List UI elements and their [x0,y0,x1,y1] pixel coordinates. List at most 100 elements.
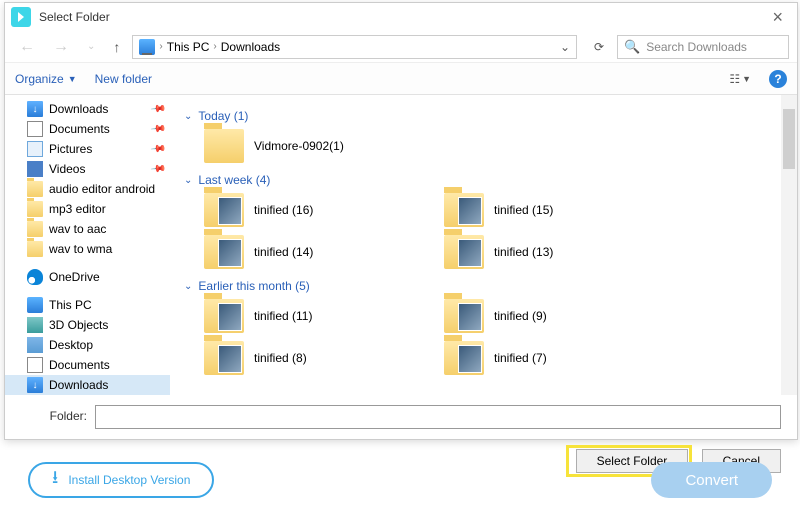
group-header[interactable]: ⌄ Earlier this month (5) [184,279,767,293]
folder-item-tinified-14-[interactable]: tinified (14) [204,235,394,269]
folder-name: tinified (9) [494,309,547,323]
view-options-button[interactable]: ☷ ▼ [729,72,751,86]
tree-item-wav-to-aac[interactable]: wav to aac [5,219,170,239]
folder-item-tinified-8-[interactable]: tinified (8) [204,341,394,375]
vid-icon [27,161,43,177]
desk-icon [27,337,43,353]
toolbar: Organize ▼ New folder ☷ ▼ ? [5,63,797,95]
tree-item-3d-objects[interactable]: 3D Objects [5,315,170,335]
organize-menu[interactable]: Organize ▼ [15,72,77,86]
search-input[interactable]: 🔍 Search Downloads [617,35,789,59]
nav-row: ← → ⌄ ↑ › This PC › Downloads ⌄ ⟳ 🔍 Sear… [5,31,797,63]
folder-icon [204,129,244,163]
tree-item-videos[interactable]: Videos 📌 [5,159,170,179]
3d-icon [27,317,43,333]
folder-item-tinified-13-[interactable]: tinified (13) [444,235,634,269]
folder-content: ⌄Today (1) Vidmore-0902(1) ⌄Last week (4… [170,95,781,395]
tree-item-wav-to-wma[interactable]: wav to wma [5,239,170,259]
folder-name: tinified (7) [494,351,547,365]
folder-name: tinified (8) [254,351,307,365]
group-header[interactable]: ⌄ Today (1) [184,109,767,123]
pin-icon: 📌 [149,101,166,117]
onedrive-icon [27,269,43,285]
app-bottom-bar: ⭳ Install Desktop Version Convert [4,456,796,504]
tree-item-documents[interactable]: Documents 📌 [5,119,170,139]
tree-item-onedrive[interactable]: OneDrive [5,267,170,287]
folder-name: tinified (11) [254,309,312,323]
folder-item-tinified-11-[interactable]: tinified (11) [204,299,394,333]
refresh-button[interactable]: ⟳ [587,40,611,54]
pics-icon [27,141,43,157]
folder-icon [27,241,43,257]
folder-name-input[interactable] [95,405,781,429]
scrollbar[interactable] [781,95,797,395]
chevron-right-icon: › [213,41,216,52]
tree-item-downloads[interactable]: ↓ Downloads 📌 [5,99,170,119]
download-icon: ⭳ [52,465,58,495]
folder-name: tinified (16) [254,203,313,217]
group-header[interactable]: ⌄Last week (4) [184,173,767,187]
back-button[interactable]: ← [13,36,41,58]
group-title: Earlier this month (5) [198,279,309,293]
folder-item-tinified-16-[interactable]: tinified (16) [204,193,394,227]
folder-icon [204,299,244,333]
titlebar: Select Folder × [5,3,797,31]
tree-item-desktop[interactable]: Desktop [5,335,170,355]
download-icon: ↓ [27,377,43,393]
tree-item-audio-editor-android[interactable]: audio editor android [5,179,170,199]
install-desktop-button[interactable]: ⭳ Install Desktop Version [28,462,214,498]
chevron-right-icon: › [159,41,162,52]
tree-item-downloads[interactable]: ↓ Downloads [5,375,170,395]
folder-icon [444,193,484,227]
folder-icon [27,181,43,197]
new-folder-button[interactable]: New folder [95,72,152,86]
search-icon: 🔍 [624,39,640,55]
folder-item-tinified-9-[interactable]: tinified (9) [444,299,634,333]
dialog-body: ↓ Downloads 📌 Documents 📌 Pictures 📌 Vid… [5,95,797,395]
tree-item-label: audio editor android [49,182,155,196]
tree-item-mp3-editor[interactable]: mp3 editor [5,199,170,219]
crumb-root[interactable]: This PC [167,40,210,54]
tree-item-label: wav to wma [49,242,112,256]
thispc-icon [139,39,155,55]
forward-button[interactable]: → [47,36,75,58]
search-placeholder: Search Downloads [646,40,747,54]
tree-item-pictures[interactable]: Pictures 📌 [5,139,170,159]
group-title: Last week (4) [198,173,270,187]
folder-icon [204,235,244,269]
tree-item-label: Pictures [49,142,92,156]
tree-item-label: Videos [49,162,85,176]
recent-dropdown[interactable]: ⌄ [81,39,101,54]
tree-item-label: mp3 editor [49,202,106,216]
convert-button[interactable]: Convert [651,462,772,498]
download-icon: ↓ [27,101,43,117]
folder-item-tinified-7-[interactable]: tinified (7) [444,341,634,375]
up-button[interactable]: ↑ [107,37,126,57]
chevron-down-icon: ⌄ [184,111,192,122]
scrollbar-thumb[interactable] [783,109,795,169]
docs-icon [27,121,43,137]
folder-label: Folder: [23,409,87,423]
folder-name: tinified (13) [494,245,553,259]
folder-icon [204,193,244,227]
pin-icon: 📌 [149,161,166,177]
address-dropdown-icon[interactable]: ⌄ [560,40,570,54]
folder-item-vidmore-0902-1-[interactable]: Vidmore-0902(1) [204,129,394,163]
folder-name: tinified (15) [494,203,553,217]
chevron-down-icon: ⌄ [184,281,192,292]
pin-icon: 📌 [149,141,166,157]
select-folder-dialog: Select Folder × ← → ⌄ ↑ › This PC › Down… [4,2,798,440]
crumb-folder[interactable]: Downloads [221,40,280,54]
folder-icon [204,341,244,375]
tree-item-label: Documents [49,358,110,372]
docs-icon [27,357,43,373]
tree-item-this-pc[interactable]: This PC [5,295,170,315]
folder-item-tinified-15-[interactable]: tinified (15) [444,193,634,227]
group-title: Today (1) [198,109,248,123]
address-bar[interactable]: › This PC › Downloads ⌄ [132,35,577,59]
folder-name: Vidmore-0902(1) [254,139,344,153]
footer-row: Folder: [5,395,797,439]
close-icon[interactable]: × [764,7,791,28]
tree-item-documents[interactable]: Documents [5,355,170,375]
help-icon[interactable]: ? [769,70,787,88]
